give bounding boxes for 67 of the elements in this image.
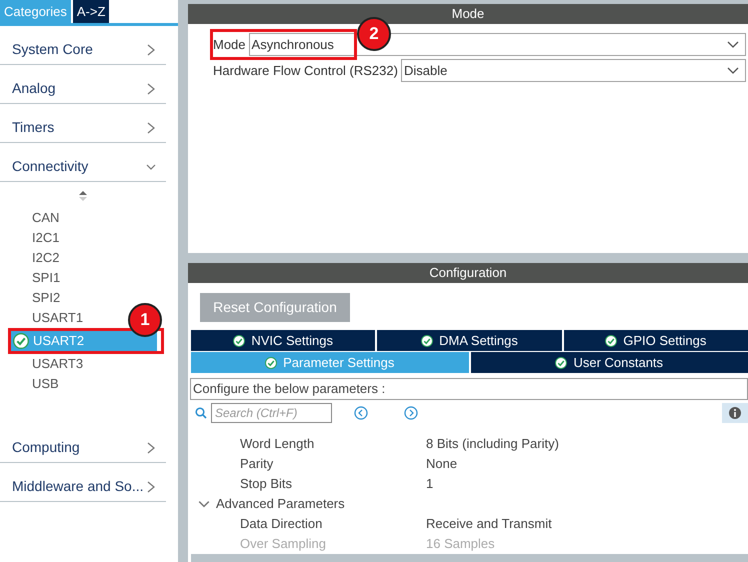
category-label: Middleware and So... — [12, 477, 144, 496]
category-header[interactable]: Middleware and So... — [0, 463, 166, 502]
annotation-badge: 2 — [357, 17, 391, 51]
parameter-value: 16 Samples — [426, 535, 495, 554]
next-icon[interactable] — [404, 406, 418, 420]
peripheral-item[interactable]: USB — [32, 374, 59, 394]
panel-header: Configuration — [188, 263, 748, 283]
chevron-down-icon — [727, 40, 739, 48]
parameter-value: Receive and Transmit — [426, 515, 552, 534]
check-icon — [265, 356, 278, 368]
tree-group[interactable]: Advanced Parameters — [188, 494, 748, 514]
tab-label: DMA Settings — [439, 332, 518, 350]
tab-label: Parameter Settings — [283, 354, 394, 372]
check-icon — [605, 334, 618, 346]
parameter-name: Over Sampling — [239, 535, 327, 554]
tab-label: NVIC Settings — [251, 332, 333, 350]
info-button[interactable] — [722, 403, 748, 423]
category-tab[interactable]: A->Z — [72, 0, 110, 23]
parameter-name: Data Direction — [239, 515, 324, 534]
peripheral-item[interactable]: USART1 — [32, 308, 84, 328]
parameter-name: Parity — [239, 455, 274, 474]
parameter-name: Stop Bits — [239, 475, 294, 494]
dropdown-value: Asynchronous — [252, 36, 334, 54]
peripheral-item[interactable]: CAN — [32, 208, 60, 228]
settings-tab[interactable]: NVIC Settings — [191, 330, 376, 351]
parameter-value: 1 — [426, 475, 434, 494]
field-label: Hardware Flow Control (RS232) — [213, 62, 398, 80]
category-label: Connectivity — [12, 157, 88, 176]
parameters-hint: Configure the below parameters : — [190, 378, 748, 400]
tab-label: User Constants — [573, 354, 664, 372]
sort-icon — [78, 190, 88, 202]
settings-tab[interactable]: DMA Settings — [377, 330, 562, 351]
category-label: Computing — [12, 438, 80, 457]
category-label: Analog — [12, 79, 56, 98]
settings-tab[interactable]: User Constants — [470, 352, 748, 373]
peripheral-item[interactable]: SPI1 — [32, 268, 60, 288]
search-icon — [195, 407, 207, 419]
category-header[interactable]: Timers — [0, 104, 166, 143]
check-icon — [233, 334, 246, 346]
settings-tab[interactable]: GPIO Settings — [564, 330, 748, 351]
chevron-down-icon — [727, 66, 739, 74]
info-icon — [729, 407, 741, 419]
check-icon — [555, 356, 568, 368]
field-label: Mode — [213, 36, 246, 54]
horizontal-scrollbar[interactable] — [191, 554, 748, 562]
category-label: Timers — [12, 118, 54, 137]
search-field[interactable]: Search (Ctrl+F) — [211, 403, 332, 423]
group-label: Advanced Parameters — [216, 495, 345, 514]
dropdown[interactable]: Disable — [400, 59, 746, 82]
parameter-name: Word Length — [239, 435, 316, 454]
category-label: System Core — [12, 40, 93, 59]
tab-label: GPIO Settings — [623, 332, 706, 350]
panel-header: Mode — [188, 4, 748, 24]
category-header[interactable]: Computing — [0, 424, 166, 463]
category-header[interactable]: Connectivity — [0, 143, 166, 182]
peripheral-item[interactable]: I2C1 — [32, 228, 60, 248]
parameter-value: 8 Bits (including Parity) — [426, 435, 559, 454]
check-icon — [421, 334, 434, 346]
dropdown-value: Disable — [404, 62, 448, 80]
category-header[interactable]: Analog — [0, 65, 166, 104]
peripheral-item[interactable]: I2C2 — [32, 248, 60, 268]
peripheral-item[interactable]: USART3 — [32, 354, 84, 374]
category-header[interactable]: System Core — [0, 26, 166, 65]
previous-icon[interactable] — [354, 406, 368, 420]
parameter-value: None — [426, 455, 458, 474]
annotation-badge: 1 — [128, 303, 162, 337]
peripheral-item[interactable]: SPI2 — [32, 288, 60, 308]
